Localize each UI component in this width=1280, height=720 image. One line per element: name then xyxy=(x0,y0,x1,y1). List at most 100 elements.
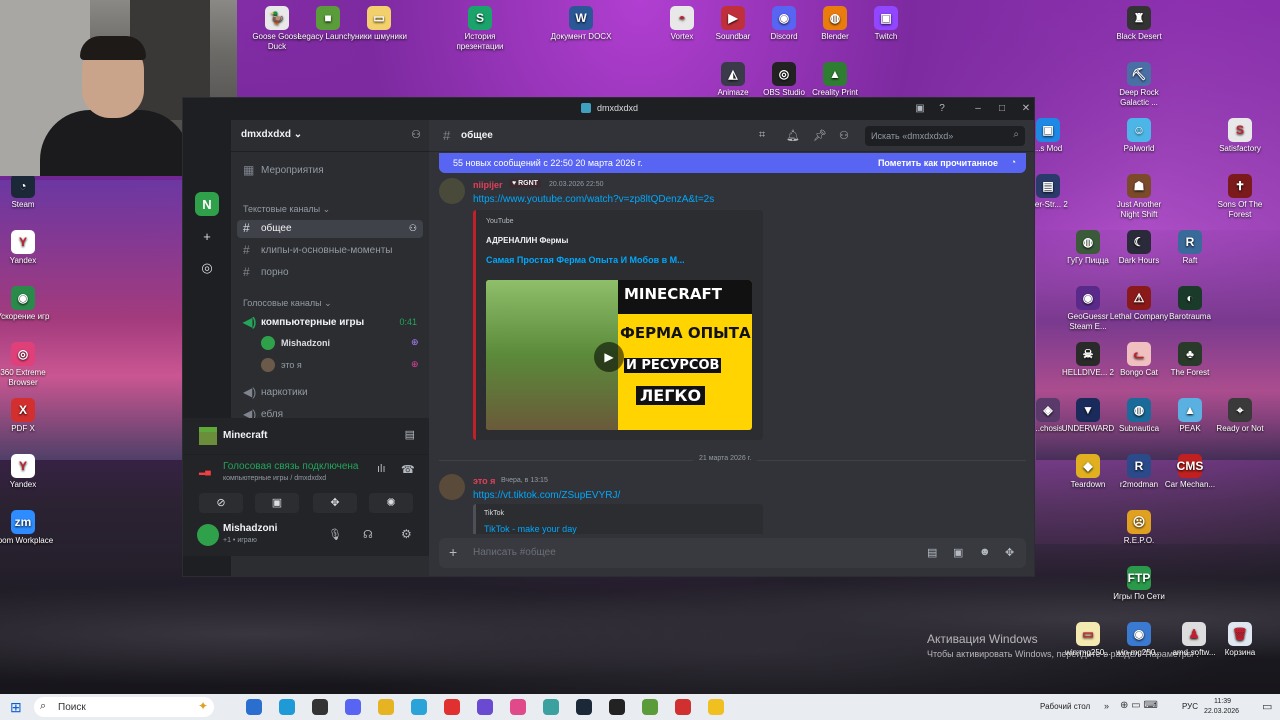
desktop-icon-deeprock[interactable]: ⛏ Deep Rock Galactic ... xyxy=(1107,62,1171,108)
sticker-icon[interactable]: ▣ xyxy=(953,546,963,559)
author-avatar[interactable] xyxy=(439,178,465,204)
taskbar-app-icon[interactable] xyxy=(411,699,427,715)
disconnect-icon[interactable]: ☎ xyxy=(401,463,415,476)
screen-share-button[interactable]: ▣ xyxy=(255,493,299,513)
emoji-icon[interactable]: ☻ xyxy=(979,546,991,558)
desktop-icon-uskor[interactable]: ◉ Ускорение игр xyxy=(0,286,55,322)
events-item[interactable]: ▦ Мероприятия xyxy=(237,162,423,180)
desktop-icon-steam[interactable]: ◔ Steam xyxy=(0,174,55,210)
notification-icon[interactable]: ▭ xyxy=(1262,700,1272,713)
taskbar-app-icon[interactable] xyxy=(477,699,493,715)
search-box[interactable]: Искать «dmxdxdxd» ⌕ xyxy=(865,126,1025,146)
channel-clips[interactable]: # клипы-и-основные-моменты xyxy=(237,242,423,260)
desktop-icon-unik[interactable]: ▭ уники шмуники xyxy=(347,6,411,42)
taskbar-app-icon[interactable] xyxy=(609,699,625,715)
desktop-icon-trash[interactable]: 🗑 Корзина xyxy=(1208,622,1272,658)
mark-read-link[interactable]: Пометить как прочитанное xyxy=(878,158,998,168)
desktop-icon-360[interactable]: ◎ 360 Extreme Browser xyxy=(0,342,55,388)
taskbar-app-icon[interactable] xyxy=(642,699,658,715)
desktop-icon-justanother[interactable]: ☗ Just Another Night Shift xyxy=(1107,174,1171,220)
bell-icon[interactable]: 🔔︎ xyxy=(786,129,800,142)
desktop-icon-readyornot[interactable]: ⌖ Ready or Not xyxy=(1208,398,1272,434)
pin-icon[interactable]: 📌︎ xyxy=(813,129,827,142)
apps-icon[interactable]: ✥ xyxy=(1005,546,1014,559)
desktop-icon-repo[interactable]: ☹ R.E.P.O. xyxy=(1107,510,1171,546)
author-name[interactable]: это я xyxy=(473,476,495,486)
help-icon[interactable]: ? xyxy=(934,101,950,117)
taskbar-app-icon[interactable] xyxy=(510,699,526,715)
soundboard-button[interactable]: ✺ xyxy=(369,493,413,513)
desktop-icon-palworld[interactable]: ☺ Palworld xyxy=(1107,118,1171,154)
message-link[interactable]: https://www.youtube.com/watch?v=zp8ltQDe… xyxy=(473,194,714,205)
user-avatar[interactable] xyxy=(197,524,219,546)
message-link[interactable]: https://vt.tiktok.com/ZSupEVYRJ/ xyxy=(473,490,620,501)
camera-off-button[interactable]: ⊘ xyxy=(199,493,243,513)
desktop-icon-yandex2[interactable]: Y Yandex xyxy=(0,454,55,490)
desktop-icon-pdfx[interactable]: X PDF X xyxy=(0,398,55,434)
play-icon[interactable]: ▶ xyxy=(594,342,624,372)
desktop-toolbar[interactable]: Рабочий стол xyxy=(1040,702,1090,711)
author-name[interactable]: niipijer xyxy=(473,180,503,190)
taskbar-app-icon[interactable] xyxy=(708,699,724,715)
language-indicator[interactable]: РУС xyxy=(1182,702,1198,711)
desktop-icon-zoom[interactable]: zm Zoom Workplace xyxy=(0,510,55,546)
activity-bar[interactable]: Minecraft ▤ xyxy=(183,418,429,454)
invite-icon[interactable]: ⚇ xyxy=(411,128,421,141)
channel-general[interactable]: # общее ⚇ xyxy=(237,220,423,238)
noise-icon[interactable]: ılı xyxy=(377,463,386,475)
tray-icons[interactable]: ⊕ ▭ ⌨ xyxy=(1120,700,1158,711)
explore-icon[interactable]: ◎ xyxy=(195,256,219,280)
server-icon-active[interactable]: N xyxy=(195,192,219,216)
add-member-icon[interactable]: ⚇ xyxy=(409,223,417,234)
minimize-button[interactable]: – xyxy=(970,101,986,117)
attach-plus-icon[interactable]: + xyxy=(449,544,457,560)
taskbar-app-icon[interactable] xyxy=(444,699,460,715)
taskbar-app-icon[interactable] xyxy=(543,699,559,715)
channel-porno[interactable]: # порно xyxy=(237,264,423,282)
clock-date[interactable]: 22.03.2026 xyxy=(1204,708,1239,715)
taskbar-app-icon[interactable] xyxy=(378,699,394,715)
taskbar-app-icon[interactable] xyxy=(246,699,262,715)
taskbar-app-icon[interactable] xyxy=(576,699,592,715)
taskbar-app-icon[interactable] xyxy=(279,699,295,715)
taskbar-app-icon[interactable] xyxy=(312,699,328,715)
maximize-button[interactable]: □ xyxy=(994,101,1010,117)
inbox-icon[interactable]: ▣ xyxy=(912,101,928,117)
headphones-icon[interactable]: ☊ xyxy=(363,528,373,541)
activity-icon[interactable]: ▤ xyxy=(405,428,415,441)
desktop-icon-twitch[interactable]: ▣ Twitch xyxy=(854,6,918,42)
threads-icon[interactable]: ⌗ xyxy=(759,129,765,142)
gift-icon[interactable]: ▤ xyxy=(927,546,937,559)
desktop-icon-satisfactory[interactable]: S Satisfactory xyxy=(1208,118,1272,154)
search-input[interactable]: Искать «dmxdxdxd» xyxy=(871,131,953,141)
clock-time[interactable]: 11:39 xyxy=(1214,698,1231,705)
desktop-icon-blackdesert[interactable]: ♜ Black Desert xyxy=(1107,6,1171,42)
author-avatar[interactable] xyxy=(439,474,465,500)
add-server-icon[interactable]: + xyxy=(195,224,219,248)
desktop-icon-theforest[interactable]: ♣ The Forest xyxy=(1158,342,1222,378)
guild-header[interactable]: dmxdxdxd ⌄ ⚇ xyxy=(231,120,429,152)
desktop-icon-docx[interactable]: W Документ DOCX xyxy=(549,6,613,42)
desktop-icon-barotrauma[interactable]: ◐ Barotrauma xyxy=(1158,286,1222,322)
windows-start-icon[interactable]: ⊞ xyxy=(10,699,22,716)
taskbar-search[interactable]: ⌕ Поиск ✦ xyxy=(34,697,214,717)
close-button[interactable]: ✕ xyxy=(1018,101,1034,117)
desktop-icon-history[interactable]: S История презентации xyxy=(448,6,512,52)
desktop-icon-sonsforest[interactable]: ✝ Sons Of The Forest xyxy=(1208,174,1272,220)
desktop-icon-igry[interactable]: FTP Игры По Сети xyxy=(1107,566,1171,602)
taskbar-app-icon[interactable] xyxy=(675,699,691,715)
taskbar-app-icon[interactable] xyxy=(345,699,361,715)
desktop-icon-yandex1[interactable]: Y Yandex xyxy=(0,230,55,266)
members-icon[interactable]: ⚇ xyxy=(839,129,849,142)
microphone-icon[interactable]: 🎙 xyxy=(328,528,342,541)
desktop-icon-carmech[interactable]: CMS Car Mechan... xyxy=(1158,454,1222,490)
voice-channel-narkotiki[interactable]: ◀) наркотики xyxy=(237,384,423,402)
settings-gear-icon[interactable]: ⚙ xyxy=(401,527,412,541)
activities-button[interactable]: ✥ xyxy=(313,493,357,513)
video-thumbnail[interactable]: MINECRAFT ФЕРМА ОПЫТА И РЕСУРСОВ ЛЕГКО ▶ xyxy=(486,280,752,430)
desktop-icon-raft[interactable]: R Raft xyxy=(1158,230,1222,266)
text-category[interactable]: Текстовые каналы ⌄ xyxy=(243,204,330,215)
embed-title-link[interactable]: Самая Простая Ферма Опыта И Мобов в М... xyxy=(486,255,685,265)
tray-chevron-icon[interactable]: » xyxy=(1104,701,1109,711)
voice-category[interactable]: Голосовые каналы ⌄ xyxy=(243,298,332,309)
